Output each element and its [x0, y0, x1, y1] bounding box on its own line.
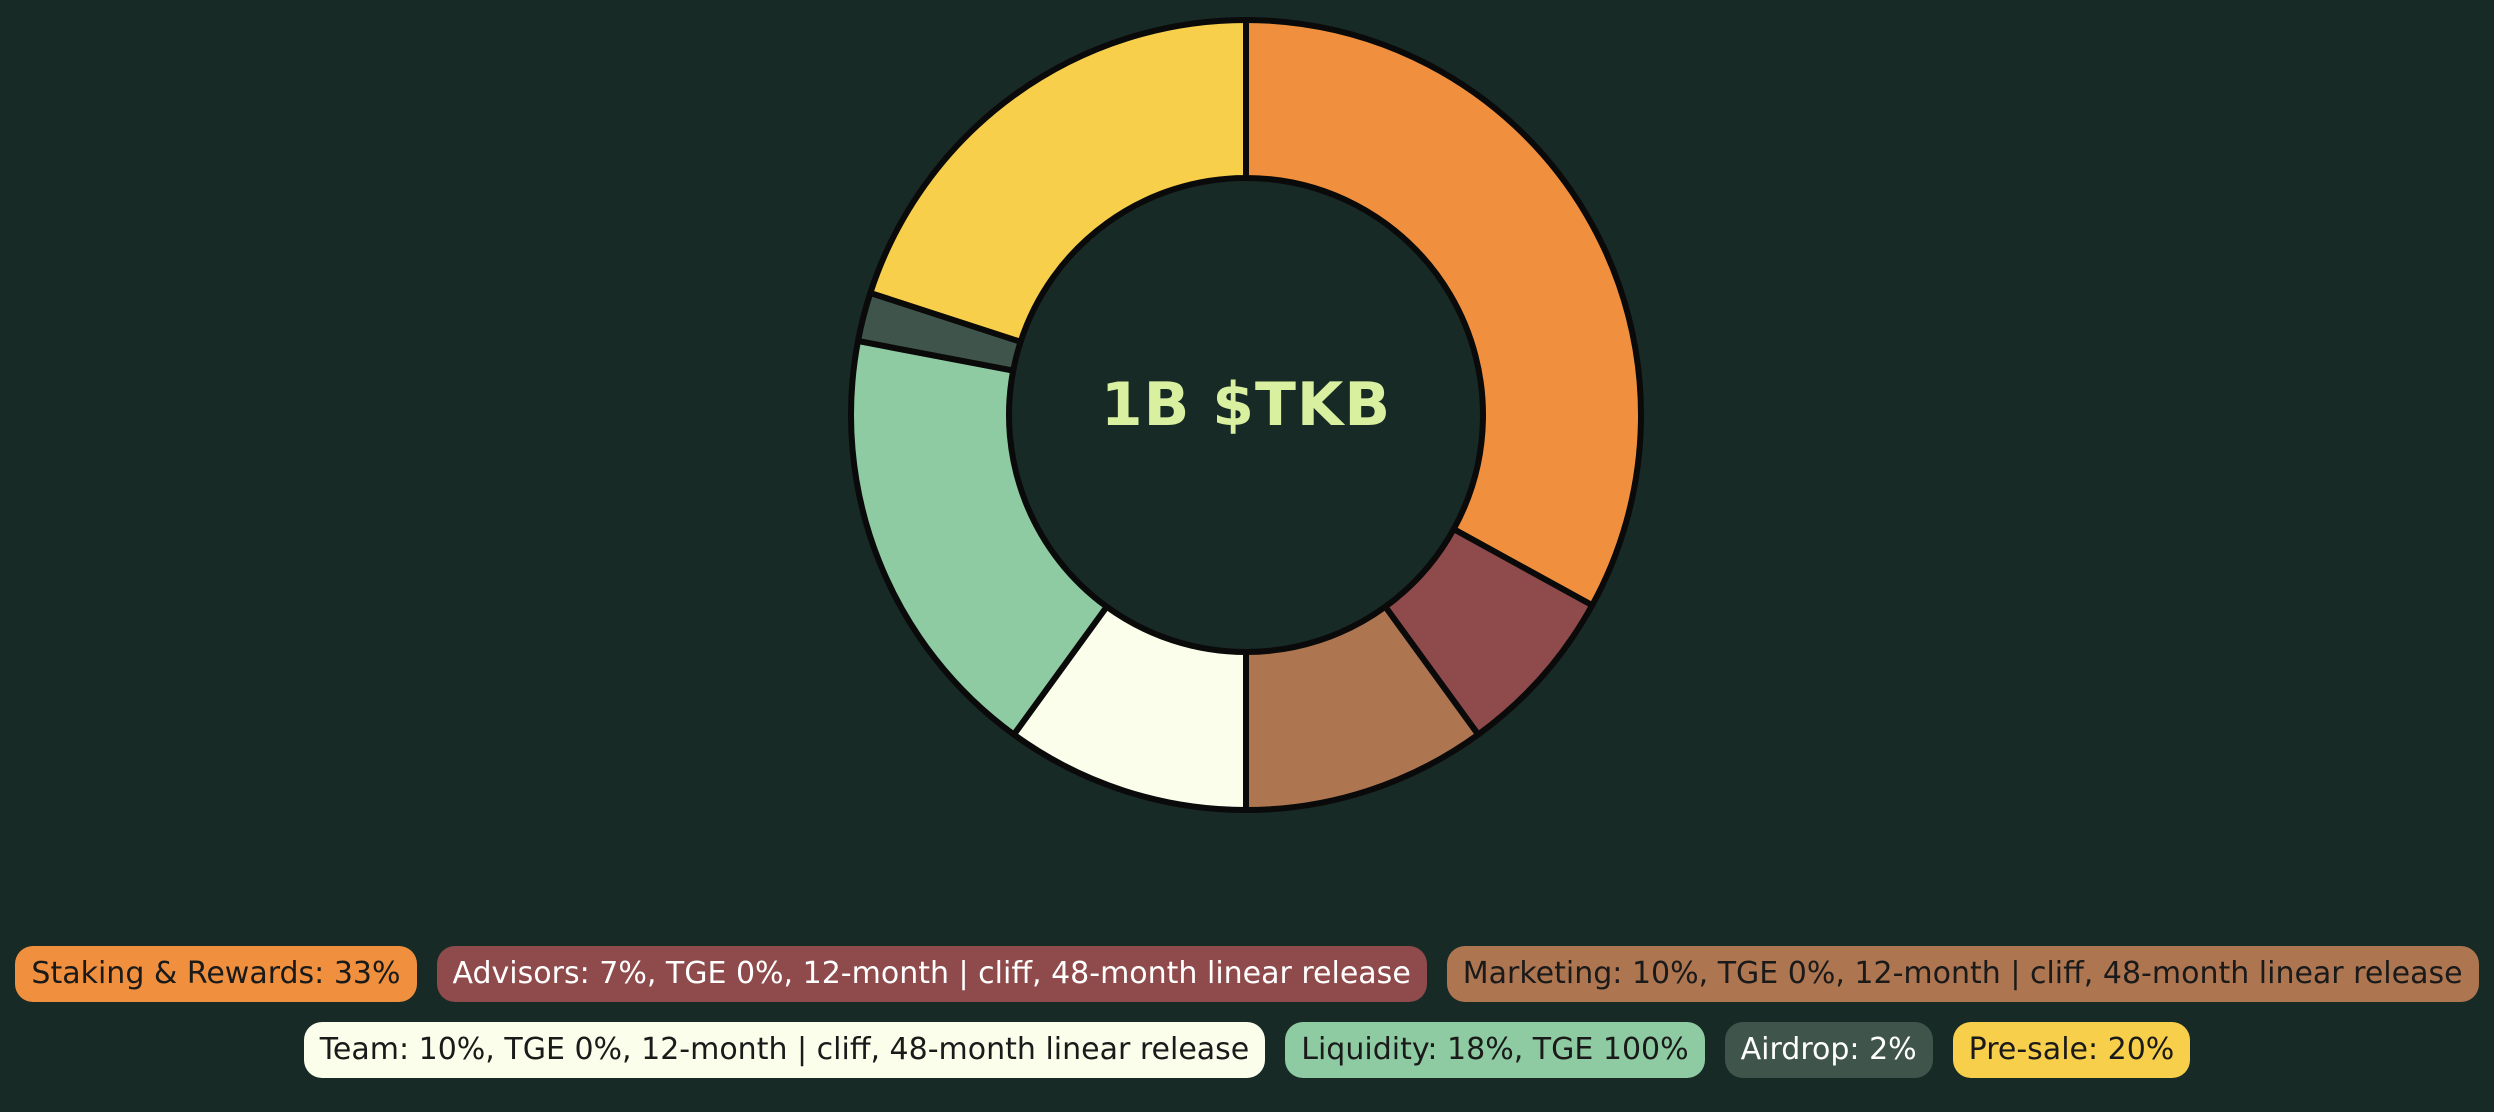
- legend-item-liquidity: Liquidity: 18%, TGE 100%: [1285, 1022, 1705, 1078]
- legend-item-marketing: Marketing: 10%, TGE 0%, 12-month | cliff…: [1446, 946, 2479, 1002]
- donut-chart: 1B $TKB: [848, 17, 1644, 813]
- legend-item-team: Team: 10%, TGE 0%, 12-month | cliff, 48-…: [303, 1022, 1266, 1078]
- legend-item-staking-rewards: Staking & Rewards: 33%: [15, 946, 417, 1002]
- legend-item-airdrop: Airdrop: 2%: [1724, 1022, 1933, 1078]
- legend-item-pre-sale: Pre-sale: 20%: [1952, 1022, 2191, 1078]
- legend-row-1: Staking & Rewards: 33% Advisors: 7%, TGE…: [0, 946, 2494, 1002]
- slice-staking-rewards: [1243, 17, 1644, 609]
- slice-pre-sale: [867, 17, 1249, 345]
- legend-row-2: Team: 10%, TGE 0%, 12-month | cliff, 48-…: [0, 1022, 2494, 1078]
- legend-item-advisors: Advisors: 7%, TGE 0%, 12-month | cliff, …: [436, 946, 1427, 1002]
- center-label: 1B $TKB: [1101, 370, 1391, 440]
